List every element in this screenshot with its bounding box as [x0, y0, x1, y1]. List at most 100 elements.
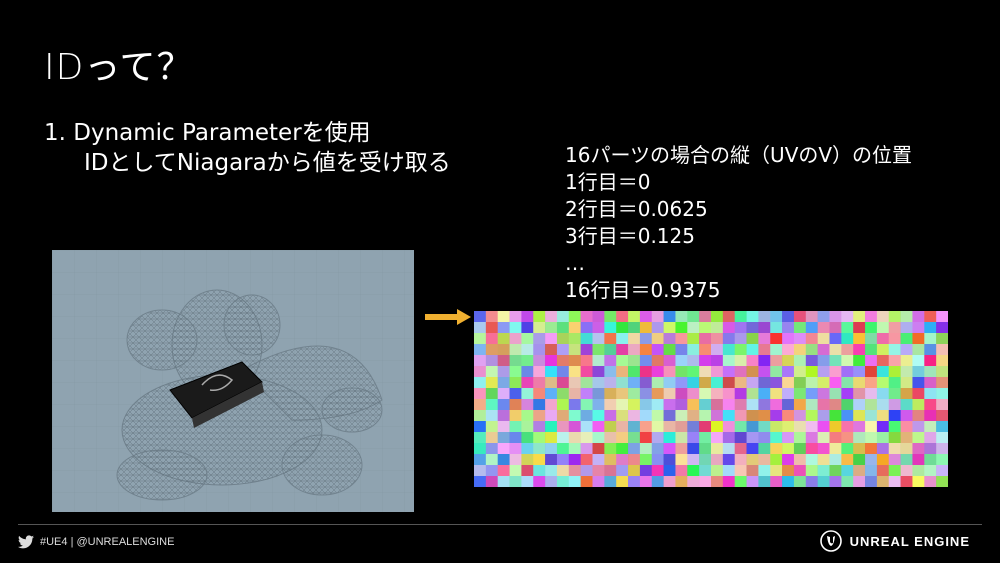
grid-cell [521, 322, 534, 334]
grid-cell [533, 333, 546, 345]
arrow-right-icon [425, 309, 471, 325]
grid-cell [474, 377, 487, 389]
grid-cell [900, 421, 913, 433]
grid-cell [865, 443, 878, 455]
grid-cell [699, 388, 712, 400]
grid-cell [592, 333, 605, 345]
grid-cell [722, 443, 735, 455]
grid-cell [497, 432, 510, 444]
grid-cell [711, 465, 724, 477]
grid-cell [580, 377, 593, 389]
grid-cell [497, 443, 510, 455]
grid-cell [758, 410, 771, 422]
grid-cell [663, 322, 676, 334]
grid-cell [521, 443, 534, 455]
grid-cell [782, 377, 795, 389]
grid-cell [711, 377, 724, 389]
grid-cell [485, 322, 498, 334]
grid-cell [793, 377, 807, 389]
grid-cell [711, 421, 724, 433]
grid-cell [722, 421, 735, 433]
grid-cell [687, 443, 700, 455]
grid-cell [829, 399, 842, 411]
grid-cell [876, 410, 890, 422]
grid-cell [924, 476, 937, 488]
grid-cell [734, 366, 747, 378]
grid-cell [853, 311, 866, 323]
grid-cell [533, 366, 546, 378]
grid-cell [556, 388, 570, 400]
grid-cell [521, 311, 534, 323]
grid-cell [722, 322, 735, 334]
footer-brand: UNREAL ENGINE [819, 530, 970, 552]
grid-cell [722, 366, 735, 378]
grid-cell [509, 344, 522, 356]
grid-cell [628, 443, 641, 455]
grid-cell [651, 465, 664, 477]
grid-cell [782, 355, 795, 367]
grid-cell [758, 421, 771, 433]
grid-cell [663, 388, 676, 400]
grid-cell [604, 333, 617, 345]
viewport-image [52, 250, 414, 512]
grid-cell [900, 476, 913, 488]
grid-cell [509, 333, 522, 345]
grid-cell [580, 476, 593, 488]
grid-cell [841, 410, 854, 422]
grid-cell [770, 465, 783, 477]
grid-cell [912, 399, 925, 411]
grid-cell [580, 421, 593, 433]
grid-cell [521, 476, 534, 488]
grid-cell [770, 366, 783, 378]
grid-cell [758, 311, 771, 323]
grid-cell [580, 344, 593, 356]
grid-cell [533, 399, 546, 411]
grid-cell [746, 366, 759, 378]
grid-cell [556, 344, 570, 356]
grid-cell [900, 454, 913, 466]
grid-cell [924, 399, 937, 411]
grid-cell [639, 344, 653, 356]
grid-cell [580, 410, 593, 422]
grid-cell [663, 344, 676, 356]
grid-cell [521, 355, 534, 367]
grid-cell [545, 476, 558, 488]
grid-cell [936, 476, 949, 488]
grid-cell [533, 476, 546, 488]
brand-name: UNREAL ENGINE [849, 533, 970, 549]
grid-cell [805, 454, 818, 466]
grid-cell [711, 388, 724, 400]
grid-cell [687, 333, 700, 345]
grid-cell [533, 454, 546, 466]
grid-cell [936, 454, 949, 466]
grid-cell [829, 443, 842, 455]
grid-cell [497, 465, 510, 477]
grid-cell [734, 388, 747, 400]
uv-row: 2行目＝0.0625 [565, 197, 708, 221]
grid-cell [734, 476, 747, 488]
grid-cell [568, 399, 581, 411]
grid-cell [782, 432, 795, 444]
grid-cell [817, 454, 830, 466]
grid-cell [687, 454, 700, 466]
grid-cell [841, 432, 854, 444]
grid-cell [876, 344, 890, 356]
grid-cell [888, 355, 901, 367]
grid-cell [829, 454, 842, 466]
grid-cell [675, 333, 688, 345]
grid-cell [592, 443, 605, 455]
grid-cell [758, 454, 771, 466]
grid-cell [900, 399, 913, 411]
grid-cell [628, 344, 641, 356]
uv-row: … [565, 251, 585, 275]
grid-cell [758, 333, 771, 345]
grid-cell [699, 344, 712, 356]
grid-cell [675, 388, 688, 400]
grid-cell [687, 366, 700, 378]
grid-cell [912, 465, 925, 477]
grid-cell [639, 388, 653, 400]
grid-cell [936, 388, 949, 400]
grid-cell [865, 322, 878, 334]
grid-cell [616, 344, 629, 356]
grid-cell [841, 322, 854, 334]
